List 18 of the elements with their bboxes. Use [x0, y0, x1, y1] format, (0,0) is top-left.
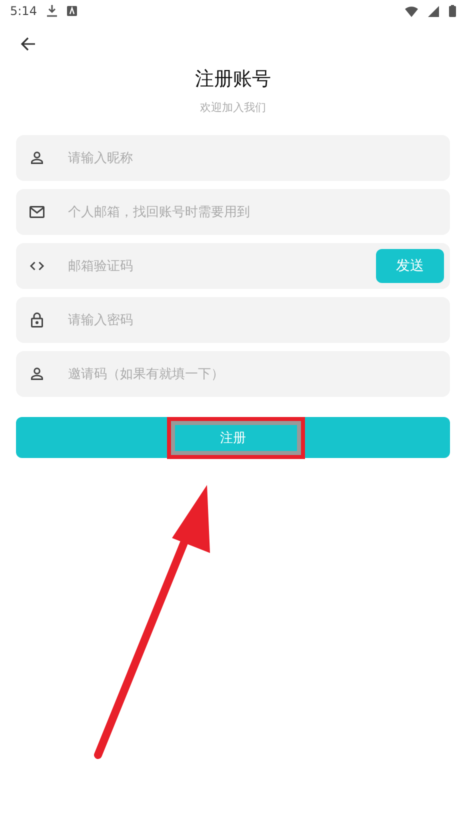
person-icon [28, 365, 46, 383]
send-button[interactable]: 发送 [376, 249, 444, 283]
input-field[interactable]: 请输入昵称 [16, 135, 450, 181]
back-icon [20, 36, 36, 52]
wifi-icon [405, 6, 418, 16]
app-notification-icon [66, 6, 77, 16]
page-subtitle: 欢迎加入我们 [199, 100, 267, 115]
input-field[interactable]: 邀请码（如果有就填一下） [16, 351, 450, 397]
page-title: 注册账号 [194, 67, 272, 92]
battery-icon [449, 5, 456, 17]
lock-icon [28, 311, 46, 329]
person-icon [28, 149, 46, 167]
input-field[interactable]: 请输入密码 [16, 297, 450, 343]
signal-icon [428, 6, 439, 16]
input-field[interactable]: 个人邮箱，找回账号时需要用到 [16, 189, 450, 235]
mail-icon [28, 203, 46, 221]
download-icon [46, 5, 57, 17]
status-time: 5:14 [10, 4, 37, 18]
